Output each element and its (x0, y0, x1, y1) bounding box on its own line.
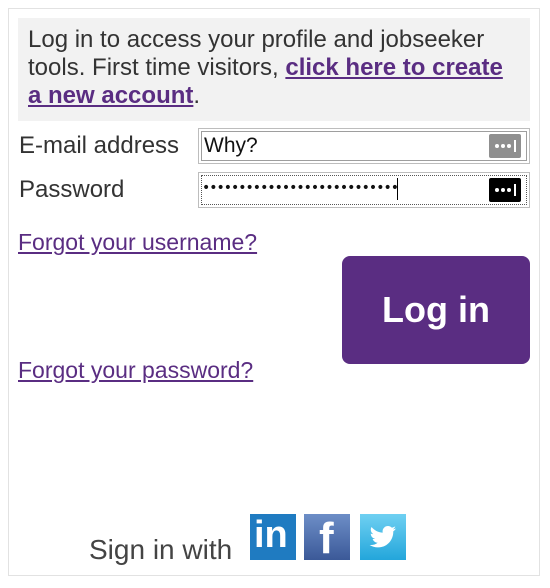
intro-box: Log in to access your profile and jobsee… (18, 18, 530, 121)
email-label: E-mail address (19, 132, 180, 159)
password-value: ••••••••••••••••••••••••••• (202, 180, 399, 196)
text-caret (397, 178, 398, 200)
forgot-username-link[interactable]: Forgot your username? (18, 228, 257, 256)
email-value: Why? (204, 134, 258, 157)
linkedin-icon[interactable]: in (250, 514, 296, 560)
password-manager-icon[interactable] (489, 178, 521, 202)
email-field[interactable]: Why? (198, 128, 530, 164)
twitter-bird-icon (369, 526, 396, 548)
facebook-icon[interactable]: f (304, 514, 350, 563)
linkedin-letters: in (254, 514, 288, 556)
twitter-icon[interactable] (360, 514, 406, 560)
sign-in-with-label: Sign in with (89, 534, 233, 565)
password-label: Password (19, 176, 125, 203)
forgot-password-link[interactable]: Forgot your password? (18, 356, 253, 384)
password-manager-icon[interactable] (489, 134, 521, 158)
intro-period: . (193, 82, 201, 109)
facebook-letter: f (319, 514, 334, 563)
login-button[interactable]: Log in (342, 256, 530, 364)
password-field[interactable]: ••••••••••••••••••••••••••• (198, 172, 530, 208)
